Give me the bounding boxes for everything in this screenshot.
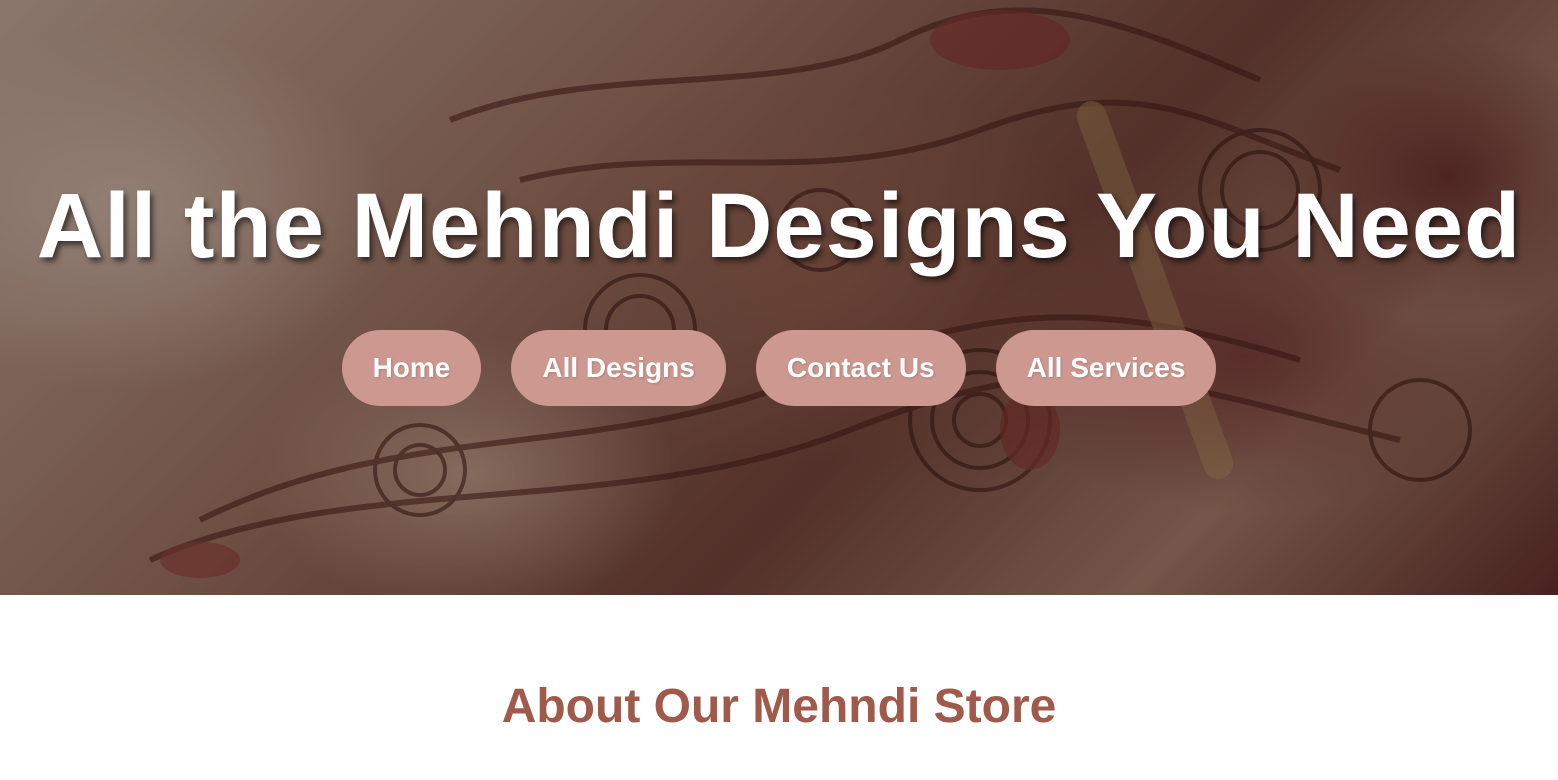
hero-content: All the Mehndi Designs You Need Home All… xyxy=(0,0,1558,595)
hero-banner: All the Mehndi Designs You Need Home All… xyxy=(0,0,1558,595)
nav-home-button[interactable]: Home xyxy=(341,330,482,406)
about-title: About Our Mehndi Store xyxy=(501,680,1057,733)
nav-all-designs-button[interactable]: All Designs xyxy=(511,330,726,406)
nav-contact-us-button[interactable]: Contact Us xyxy=(755,330,966,406)
nav-all-services-button[interactable]: All Services xyxy=(995,330,1217,406)
main-nav: Home All Designs Contact Us All Services xyxy=(0,330,1558,406)
about-section: About Our Mehndi Store xyxy=(0,595,1558,780)
hero-title: All the Mehndi Designs You Need xyxy=(36,175,1522,277)
